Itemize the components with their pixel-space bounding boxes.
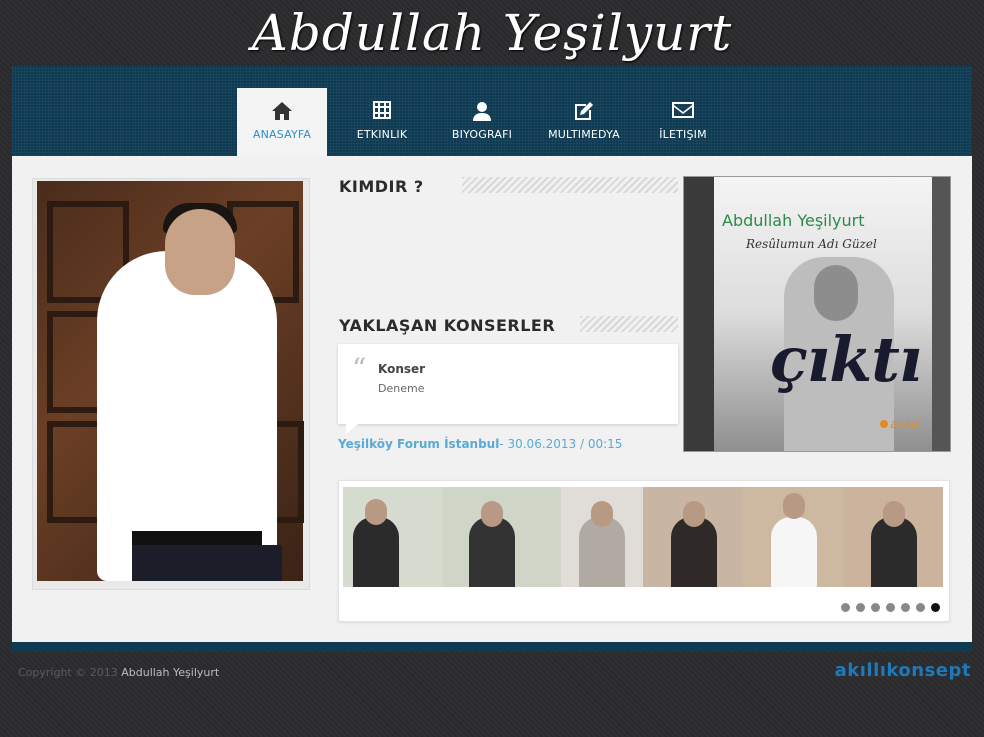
kimdir-heading-stripe: [462, 177, 678, 193]
slide-image: [843, 487, 943, 587]
album-banner-text: çıktı: [770, 323, 922, 396]
slider-dot[interactable]: [886, 603, 895, 612]
footer-brand-logo[interactable]: akıllıkonsept: [835, 660, 971, 681]
concert-venue[interactable]: Yeşilköy Forum İstanbul: [338, 437, 499, 451]
content-bottom-bar: [12, 642, 972, 652]
slide-image: [443, 487, 561, 587]
album-label: azad: [890, 417, 919, 431]
slide-image: [343, 487, 443, 587]
envelope-icon: [638, 100, 728, 122]
copyright-text: Copyright © 2013: [18, 666, 122, 679]
edit-icon: [539, 100, 629, 122]
slider-pagination: [841, 597, 946, 616]
slide-image: [643, 487, 743, 587]
main-navigation: ANASAYFA ETKINLIK BIYOGRAFI MULTIMEDYA İ…: [12, 66, 972, 156]
slider-dot-active[interactable]: [931, 603, 940, 612]
concert-venue-line[interactable]: Yeşilköy Forum İstanbul- 30.06.2013 / 00…: [338, 437, 622, 451]
nav-label-iletisim: İLETIŞIM: [659, 128, 707, 141]
concerts-heading-stripe: [580, 316, 678, 332]
calendar-grid-icon: [337, 100, 427, 122]
concerts-heading: YAKLAŞAN KONSERLER: [339, 316, 556, 335]
concert-item[interactable]: “ Konser Deneme: [338, 344, 678, 424]
nav-item-multimedya[interactable]: MULTIMEDYA: [539, 88, 629, 156]
nav-label-etkinlik: ETKINLIK: [356, 128, 408, 141]
user-icon: [437, 100, 527, 122]
slide-image: [743, 487, 843, 587]
concert-datetime: - 30.06.2013 / 00:15: [499, 437, 623, 451]
kimdir-heading: KIMDIR ?: [339, 177, 424, 196]
concert-title: Konser: [378, 362, 426, 376]
concert-speech-tail: [346, 424, 358, 434]
slider-dot[interactable]: [856, 603, 865, 612]
nav-label-multimedya: MULTIMEDYA: [548, 128, 620, 141]
footer-copyright: Copyright © 2013 Abdullah Yeşilyurt: [18, 666, 219, 679]
slider-dot[interactable]: [871, 603, 880, 612]
photo-slider[interactable]: [338, 480, 950, 622]
nav-item-biyografi[interactable]: BIYOGRAFI: [437, 88, 527, 156]
slider-dot[interactable]: [916, 603, 925, 612]
nav-label-anasayfa: ANASAYFA: [252, 128, 312, 141]
copyright-name[interactable]: Abdullah Yeşilyurt: [121, 666, 219, 679]
home-icon: [237, 100, 327, 122]
nav-item-iletisim[interactable]: İLETIŞIM: [638, 88, 728, 156]
quote-icon: “: [352, 352, 367, 385]
nav-label-biyografi: BIYOGRAFI: [451, 128, 513, 141]
slide-image: [561, 487, 643, 587]
concert-description: Deneme: [378, 382, 425, 395]
nav-item-anasayfa[interactable]: ANASAYFA: [237, 88, 327, 156]
brand-part-b: konsept: [886, 660, 971, 681]
slider-dot[interactable]: [901, 603, 910, 612]
slider-dot[interactable]: [841, 603, 850, 612]
site-logo[interactable]: Abdullah Yeşilyurt: [0, 4, 984, 62]
album-artist: Abdullah Yeşilyurt: [722, 211, 865, 230]
album-cover[interactable]: Abdullah Yeşilyurt Resûlumun Adı Güzel ç…: [683, 176, 951, 452]
profile-photo: [37, 181, 304, 581]
nav-item-etkinlik[interactable]: ETKINLIK: [337, 88, 427, 156]
label-dot-icon: [880, 420, 888, 428]
album-subtitle: Resûlumun Adı Güzel: [746, 237, 877, 251]
brand-part-a: akıllı: [834, 660, 887, 681]
